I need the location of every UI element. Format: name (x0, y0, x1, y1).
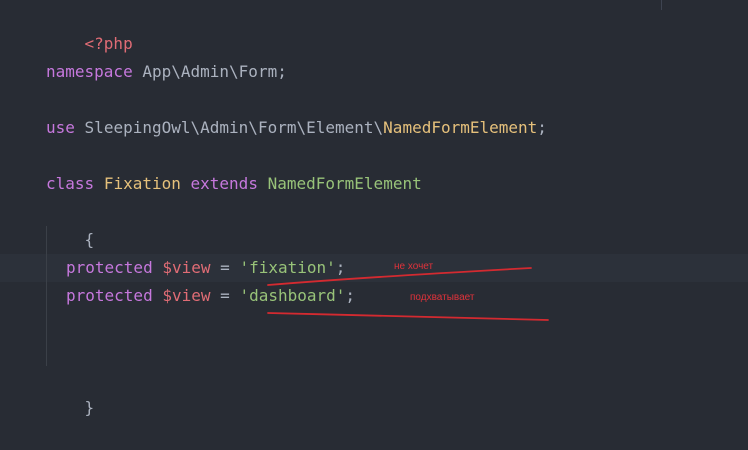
code-editor[interactable]: <?php namespace App\Admin\Form; use Slee… (0, 0, 748, 436)
code-line-7[interactable]: class Fixation extends NamedFormElement (46, 170, 422, 198)
close-brace: } (84, 398, 95, 417)
minimap-divider (661, 0, 662, 10)
code-line-5[interactable]: use SleepingOwl\Admin\Form\Element\Named… (46, 114, 547, 142)
class-keyword: class (46, 174, 95, 193)
extends-keyword: extends (190, 174, 258, 193)
protected-keyword: protected (66, 258, 153, 277)
code-line-10[interactable]: protected $view = 'fixation'; (66, 254, 345, 282)
view-variable: $view (162, 286, 211, 305)
use-keyword: use (46, 118, 75, 137)
code-line-3[interactable]: namespace App\Admin\Form; (46, 58, 287, 86)
namespace-semicolon: ; (277, 62, 287, 81)
namespace-keyword: namespace (46, 62, 133, 81)
annotation-note-1: не хочет (394, 261, 434, 272)
statement-semicolon: ; (345, 286, 356, 305)
view-variable: $view (162, 258, 211, 277)
assign-operator: = (220, 286, 230, 305)
code-line-1[interactable]: <?php (46, 2, 133, 53)
underline-stroke-2 (267, 312, 549, 321)
open-brace: { (84, 230, 95, 249)
parent-class-name: NamedFormElement (267, 174, 422, 193)
protected-keyword: protected (66, 286, 153, 305)
use-path: SleepingOwl\Admin\Form\Element\ (84, 118, 384, 137)
namespace-name: App\Admin\Form (142, 62, 278, 81)
class-name: Fixation (103, 174, 181, 193)
use-semicolon: ; (537, 118, 547, 137)
dashboard-string: 'dashboard' (239, 286, 346, 305)
use-class-name: NamedFormElement (383, 118, 538, 137)
fixation-string: 'fixation' (239, 258, 336, 277)
code-line-14[interactable]: } (46, 366, 95, 417)
code-line-11[interactable]: protected $view = 'dashboard'; (66, 282, 355, 310)
php-open-tag: <?php (84, 34, 133, 53)
statement-semicolon: ; (335, 258, 346, 277)
code-line-8[interactable]: { (46, 198, 95, 249)
annotation-note-2: подхватывает (410, 292, 475, 303)
assign-operator: = (220, 258, 230, 277)
